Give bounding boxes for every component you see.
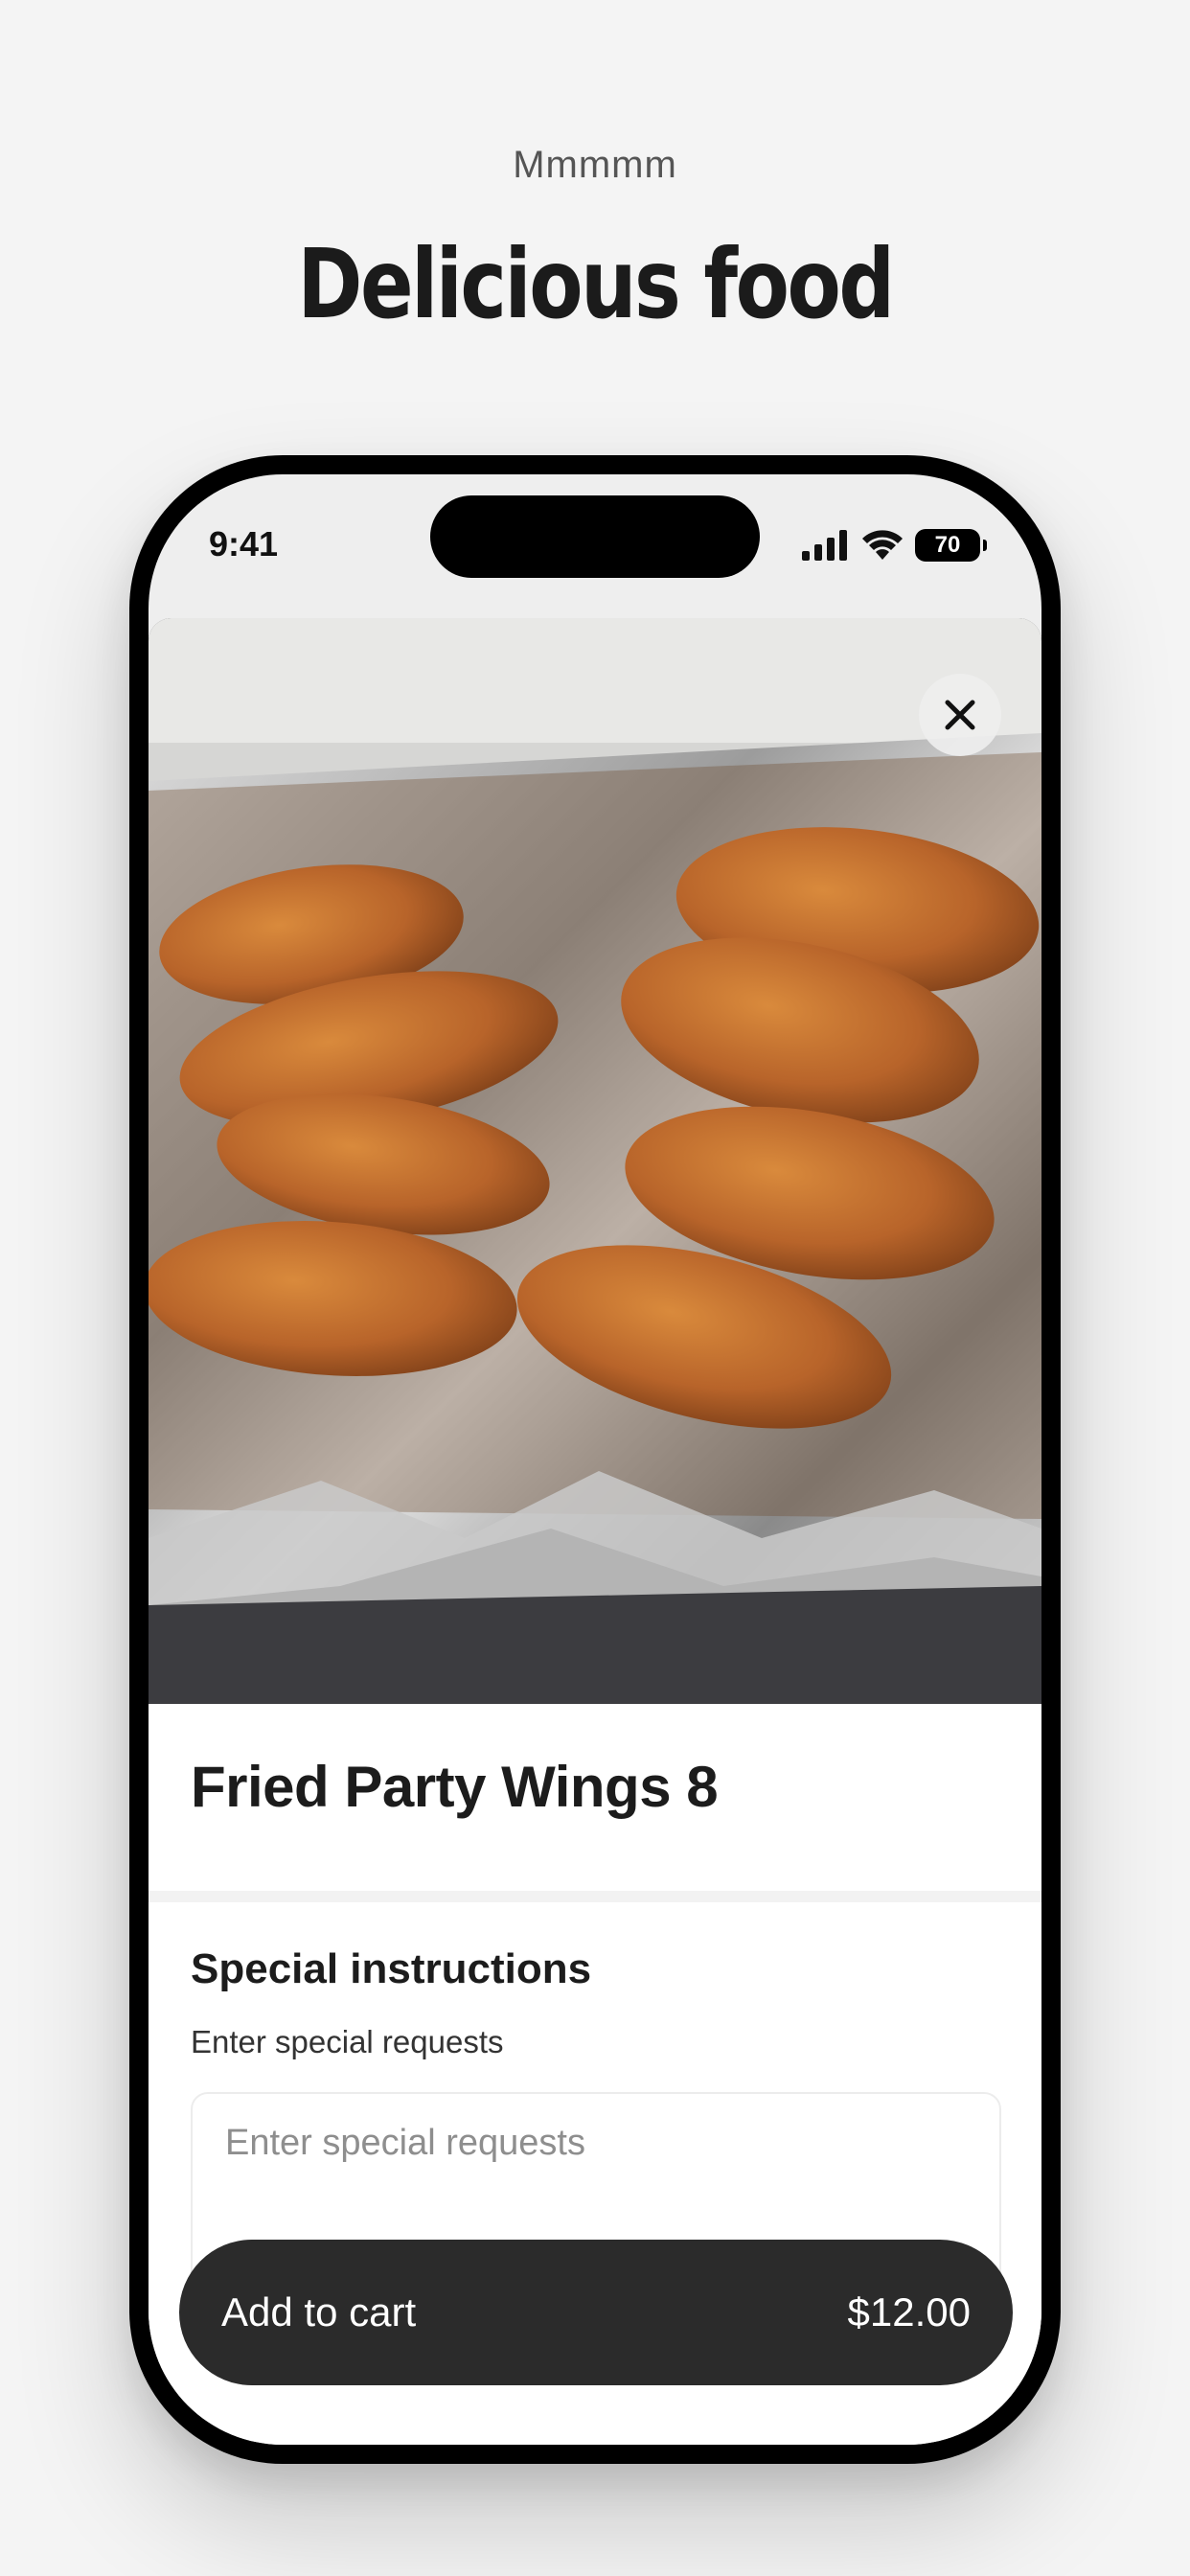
wings-photo bbox=[149, 618, 1041, 1704]
battery-icon: 70 bbox=[915, 529, 987, 562]
marketing-page: Mmmmm Delicious food 9:41 70 Fried Party… bbox=[0, 0, 1190, 2576]
status-bar: 9:41 70 bbox=[149, 474, 1041, 618]
add-to-cart-label: Add to cart bbox=[221, 2289, 417, 2334]
section-divider bbox=[149, 1891, 1041, 1902]
special-instructions-title: Special instructions bbox=[191, 1945, 592, 1992]
phone-frame: 9:41 70 Fried Party Wings 8 Special inst… bbox=[129, 455, 1061, 2464]
eyebrow-text: Mmmmm bbox=[513, 144, 677, 186]
add-to-cart-button[interactable]: Add to cart $12.00 bbox=[179, 2240, 1013, 2385]
phone-screen: 9:41 70 Fried Party Wings 8 Special inst… bbox=[149, 474, 1041, 2445]
status-icons: 70 bbox=[802, 526, 987, 564]
cellular-signal-icon bbox=[802, 530, 847, 561]
item-detail-sheet: Fried Party Wings 8 Special instructions… bbox=[149, 618, 1041, 2445]
wifi-icon bbox=[862, 530, 903, 560]
item-name: Fried Party Wings 8 bbox=[191, 1755, 719, 1819]
status-time: 9:41 bbox=[209, 524, 279, 564]
item-image bbox=[149, 618, 1041, 1704]
dynamic-island bbox=[430, 495, 760, 578]
headline: Delicious food bbox=[297, 228, 895, 340]
close-icon bbox=[945, 700, 975, 730]
cart-price: $12.00 bbox=[847, 2289, 971, 2334]
close-button[interactable] bbox=[919, 674, 1001, 756]
special-instructions-subtitle: Enter special requests bbox=[191, 2024, 504, 2059]
